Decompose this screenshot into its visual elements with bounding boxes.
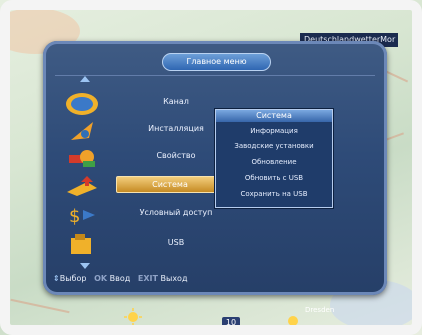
sun-icon [288,316,298,326]
menu-item-properties[interactable]: Свойство [61,145,221,171]
menu-item-channel[interactable]: Канал [61,91,221,117]
submenu-item-save-usb[interactable]: Сохранить на USB [216,188,332,200]
ok-hint: Ввод [109,274,131,283]
menu-item-label: Канал [163,97,189,106]
tv-screen: DeutschlandwetterMor Dresden 10 Главное … [0,0,422,335]
temperature-badge: 10 [222,317,240,329]
svg-text:$: $ [69,206,80,227]
scroll-up-icon[interactable] [80,76,90,82]
map-road [10,298,70,314]
menu-title: Главное меню [162,53,271,71]
system-icon [67,176,97,196]
usb-icon [71,234,91,254]
submenu-title: Система [216,110,332,122]
menu-item-conditional-access[interactable]: $ Условный доступ [61,202,221,228]
tools-icon [69,150,95,167]
submenu-item-update-usb[interactable]: Обновить с USB [216,172,332,184]
select-key-icon: ⇕ [53,274,60,283]
divider [55,75,375,76]
submenu-item-update[interactable]: Обновление [216,156,332,168]
system-submenu: Система Информация Заводские установки О… [215,109,333,208]
sun-icon [124,308,142,326]
submenu-item-information[interactable]: Информация [216,125,332,137]
ok-key: OK [94,274,108,283]
key-hints: ⇕Выбор OK Ввод EXIT Выход [53,274,373,288]
menu-item-system[interactable]: Система [61,172,224,198]
menu-item-installation[interactable]: Инсталляция [61,118,221,144]
conditional-access-icon: $ [69,206,95,227]
menu-item-usb[interactable]: USB [61,232,221,258]
menu-item-label: USB [167,238,185,247]
submenu-item-factory-reset[interactable]: Заводские установки [216,140,332,152]
tv-icon [66,93,98,115]
exit-hint: Выход [160,274,188,283]
satellite-dish-icon [71,122,93,140]
menu-item-label: Система [116,176,224,193]
exit-key: EXIT [137,274,158,283]
menu-item-label: Условный доступ [139,208,213,217]
main-menu: Главное меню Канал Инсталляция Свойство [43,41,387,295]
scroll-down-icon[interactable] [80,263,90,269]
select-hint: Выбор [59,274,87,283]
city-label: Dresden [305,306,335,314]
